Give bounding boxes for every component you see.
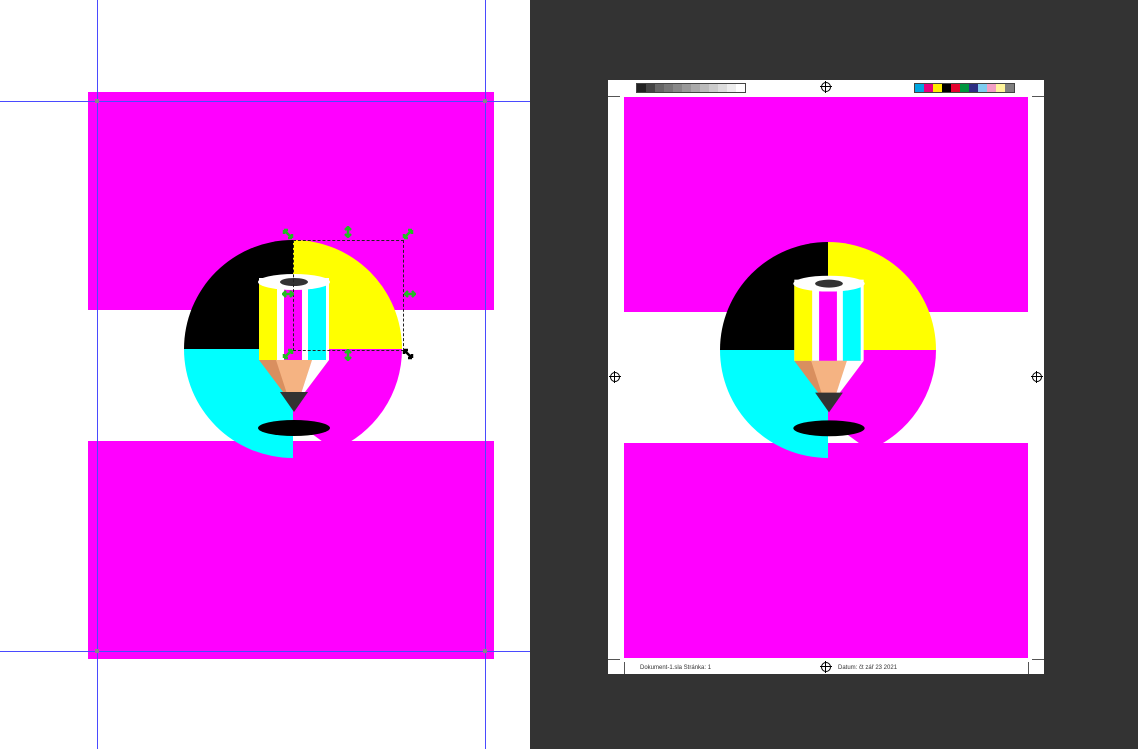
preview-sheet: Dokument-1.sla Stránka: 1 Datum: čt zář … [608,80,1044,674]
registration-mark-icon [820,81,832,93]
move-handle-icon[interactable] [282,348,294,360]
gray-step-patch [718,84,727,92]
slug-date-label: Datum: čt zář 23 2021 [838,665,898,671]
move-handle-icon[interactable] [404,288,416,300]
color-patch [996,84,1005,92]
gray-step-patch [637,84,646,92]
registration-mark-icon [820,661,832,673]
resize-cursor-icon [402,348,414,360]
gray-step-patch [655,84,664,92]
edit-canvas[interactable] [0,0,530,749]
color-patch [933,84,942,92]
color-patch [960,84,969,92]
margin-guide-top[interactable] [0,101,530,102]
crop-mark [608,96,620,97]
color-patch [942,84,951,92]
registration-mark-icon [1031,371,1043,383]
gray-step-patch [664,84,673,92]
crop-mark [624,662,625,674]
preview-pencil-logo [720,242,936,458]
margin-guide-right[interactable] [485,0,486,749]
selection-frame[interactable] [293,240,404,351]
color-patch [987,84,996,92]
margin-guide-left[interactable] [97,0,98,749]
color-patch [924,84,933,92]
preview-magenta-band-bottom [624,443,1028,658]
gray-step-bar [636,83,746,93]
print-preview-pane[interactable]: Dokument-1.sla Stránka: 1 Datum: čt zář … [530,0,1138,749]
gray-step-patch [736,84,745,92]
gray-step-patch [673,84,682,92]
slug-file-label: Dokument-1.sla Stránka: 1 [640,665,712,671]
gray-step-patch [691,84,700,92]
page-corner-marker [483,99,487,103]
move-handle-icon[interactable] [402,228,414,240]
color-patch [915,84,924,92]
gray-step-patch [646,84,655,92]
color-patch [969,84,978,92]
move-handle-icon[interactable] [342,349,354,361]
registration-mark-icon [609,371,621,383]
gray-step-patch [727,84,736,92]
gray-step-patch [709,84,718,92]
magenta-band-bottom[interactable] [88,441,494,659]
crop-mark [1032,96,1044,97]
crop-mark [1028,662,1029,674]
move-handle-icon[interactable] [282,228,294,240]
crop-mark [608,659,620,660]
color-patch [978,84,987,92]
margin-guide-bottom[interactable] [0,651,530,652]
crop-mark [1032,659,1044,660]
gray-step-patch [682,84,691,92]
page-corner-marker [483,649,487,653]
page-corner-marker [95,99,99,103]
move-handle-icon[interactable] [282,288,294,300]
color-control-bar [914,83,1015,93]
color-patch [1005,84,1014,92]
page-corner-marker [95,649,99,653]
color-patch [951,84,960,92]
move-handle-icon[interactable] [342,226,354,238]
gray-step-patch [700,84,709,92]
